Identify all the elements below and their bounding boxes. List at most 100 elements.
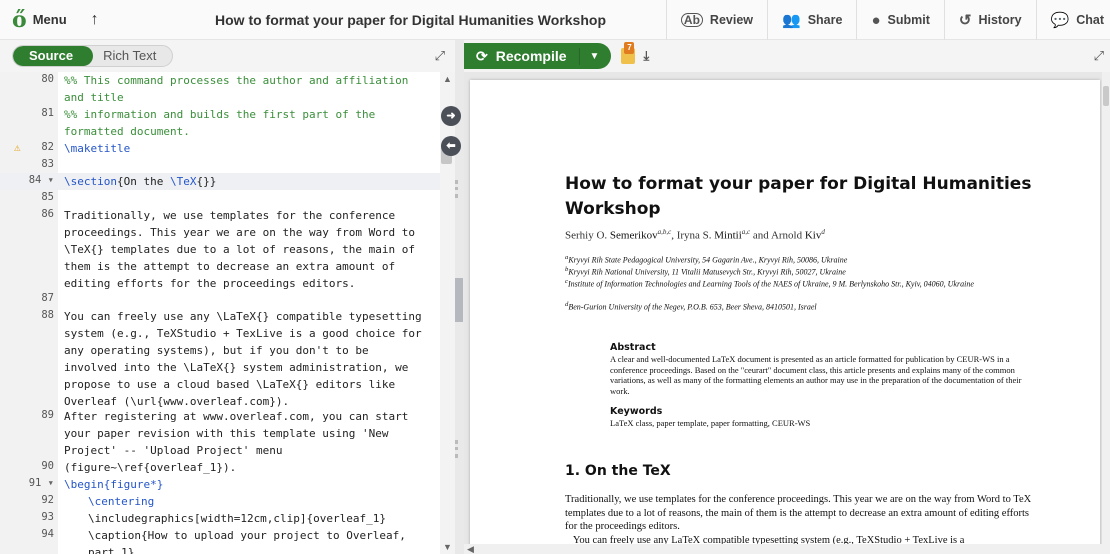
back-to-projects-button[interactable]: ↑ [77,0,113,39]
author-sup: d [821,228,825,236]
abstract-heading: Abstract [610,342,656,353]
history-label: History [978,13,1022,27]
paper-authors: Serhiy O. Semerikova,b,c, Iryna S. Minti… [565,228,825,242]
caret-down-icon: ▼ [589,50,600,62]
line-number-value: 91 [28,477,42,489]
menu-label: Menu [32,12,67,27]
download-icon[interactable]: ⤓ [643,48,649,64]
users-icon: 👥 [782,12,801,29]
editor-mode-toggle: Source Rich Text [12,45,174,67]
author-first: Arnold [770,229,803,242]
chat-bubble-icon: 💬 [1050,12,1070,29]
pdf-horizontal-scrollbar[interactable]: ◀ [464,544,1110,554]
review-icon: Ab [680,13,703,27]
line-text: After registering at www.overleaf.com, y… [64,410,415,474]
expand-pdf-icon[interactable]: ⤢ [1094,48,1104,64]
submit-label: Submit [887,13,930,27]
line-number: 93 [41,511,54,523]
affiliation-text: Ben-Gurion University of the Negev, P.O.… [568,302,817,312]
affiliation: dBen-Gurion University of the Negev, P.O… [565,299,1005,313]
line-text: \maketitle [64,142,131,155]
abstract-text: A clear and well-documented LaTeX docume… [610,354,1022,396]
arrow-up-icon: ↑ [90,10,99,28]
recompile-dropdown[interactable]: ▼ [580,51,612,62]
paper-title: How to format your paper for Digital Hum… [565,174,1032,219]
review-button[interactable]: Ab Review [665,0,767,40]
scroll-down-icon[interactable]: ▼ [443,542,452,552]
expand-editor-icon[interactable]: ⤢ [435,48,445,64]
refresh-icon: ⟳ [476,47,488,64]
project-title[interactable]: How to format your paper for Digital Hum… [215,0,606,40]
line-text: \centering [88,495,155,508]
arrow-left-circle-icon[interactable]: ⬅ [441,136,461,156]
line-number: 80 [41,73,54,85]
line-text: %% This command processes the author and… [64,74,415,104]
line-number: 87 [41,292,54,304]
chat-label: Chat [1076,13,1104,27]
line-number: 88 [41,309,54,321]
chat-button[interactable]: 💬 Chat [1035,0,1110,40]
top-toolbar: ő Menu ↑ How to format your paper for Di… [0,0,1110,40]
recompile-button[interactable]: ⟳ Recompile [476,47,580,65]
affiliation-text: Institute of Information Technologies an… [567,279,974,289]
line-text: \includegraphics[width=12cm,clip]{overle… [88,512,387,525]
pdf-scroll-thumb[interactable] [1103,86,1109,106]
history-button[interactable]: ↺ History [943,0,1036,40]
share-button[interactable]: 👥 Share [767,0,856,40]
pdf-page: How to format your paper for Digital Hum… [470,80,1100,554]
pdf-scrollbar[interactable] [1102,72,1110,554]
code-line-active[interactable]: 84 ▾ \section{On the \TeX{}} [0,173,440,190]
line-number: 89 [41,409,54,421]
author-last: Semerikov [609,229,658,242]
overleaf-logo-icon: ő [12,6,27,33]
share-label: Share [807,13,843,27]
source-tab[interactable]: Source [13,46,94,66]
line-number: 84 ▾ [0,174,54,186]
fold-arrow-icon[interactable]: ▾ [41,477,54,489]
editor-header: Source Rich Text ⤢ [0,40,455,72]
line-text: \begin{figure*} [64,478,164,491]
keywords-text: LaTeX class, paper template, paper forma… [610,418,811,428]
line-text: \caption{How to upload your project to O… [88,529,413,554]
author-sup: a,c [741,228,751,236]
review-label: Review [709,13,754,27]
line-text: Traditionally, we use templates for the … [64,209,422,290]
recompile-button-group: ⟳ Recompile ▼ [464,43,612,69]
logs-button[interactable]: 7 [621,42,636,64]
line-number-value: 84 [28,174,42,186]
fold-arrow-icon[interactable]: ▾ [41,174,54,186]
pane-toggle-handle[interactable] [455,278,463,322]
section-text: Traditionally, we use templates for the … [565,493,1035,547]
pdf-viewer[interactable]: How to format your paper for Digital Hum… [464,72,1110,554]
scroll-left-icon[interactable]: ◀ [467,544,474,554]
affiliation: cInstitute of Information Technologies a… [565,276,1005,290]
line-number: 92 [41,494,54,506]
section-heading: 1. On the TeX [565,463,671,479]
tex-command: \TeX [169,175,197,188]
author-first: Serhiy O. [565,229,608,242]
drag-grip-icon[interactable] [455,180,458,198]
line-number: 83 [41,158,54,170]
section-command: \section [64,175,117,188]
line-number: 91 ▾ [0,477,54,489]
menu-button[interactable]: ő Menu [0,0,77,39]
code-editor[interactable]: 80 %% This command processes the author … [0,72,440,554]
author-last: Kiv [804,229,822,242]
line-number: 90 [41,460,54,472]
author-sup: a,b,c [657,228,672,236]
globe-icon: ● [871,11,881,29]
pdf-header: ⟳ Recompile ▼ 7 ⤓ ⤢ [464,40,1110,72]
author-last: Mintii [714,229,742,242]
author-first: Iryna S. [676,229,712,242]
line-number: 86 [41,208,54,220]
arrow-right-circle-icon[interactable]: ➜ [441,106,461,126]
keywords-heading: Keywords [610,406,663,417]
log-count-badge: 7 [624,42,635,54]
line-number: 94 [41,528,54,540]
line-number: 81 [41,107,54,119]
scroll-up-icon[interactable]: ▲ [443,74,452,84]
submit-button[interactable]: ● Submit [856,0,943,40]
drag-grip-icon[interactable] [455,440,458,458]
line-number: 82 [41,141,54,153]
rich-text-tab[interactable]: Rich Text [93,46,172,66]
